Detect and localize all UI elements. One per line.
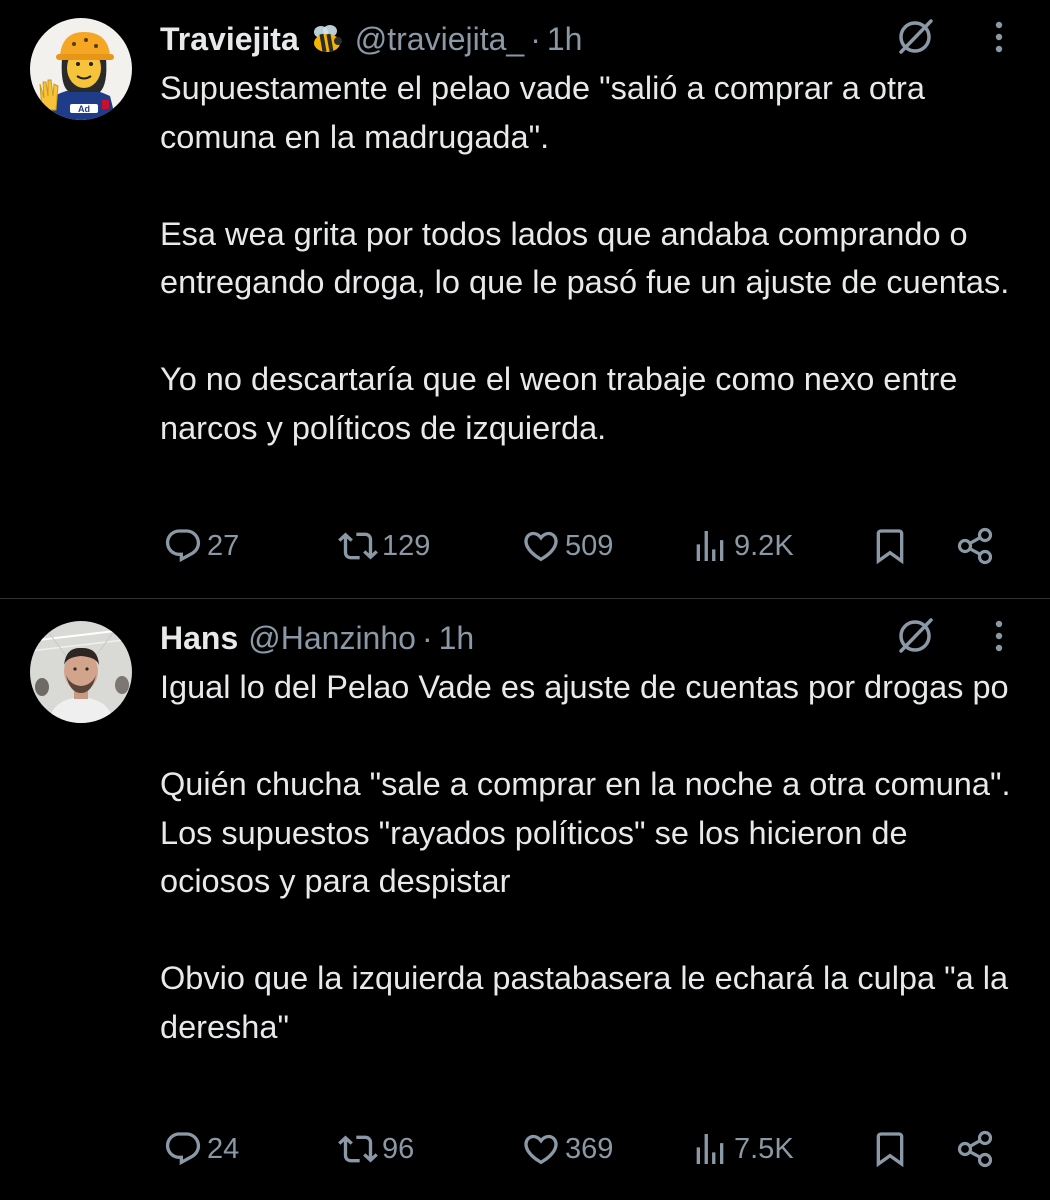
- retweet-icon: [338, 1135, 378, 1163]
- tweet-text: Supuestamente el pelao vade "salió a com…: [160, 64, 1020, 452]
- reply-icon: [165, 1132, 201, 1166]
- bookmark-icon: [876, 1132, 904, 1168]
- more-vertical-icon: [995, 620, 1003, 652]
- views-button[interactable]: 9.2K: [690, 516, 794, 576]
- grok-icon: [899, 19, 933, 54]
- more-options-button[interactable]: [984, 613, 1014, 659]
- bookmark-button[interactable]: [870, 1119, 910, 1179]
- grok-button[interactable]: [892, 14, 938, 60]
- display-name[interactable]: Traviejita: [160, 21, 299, 58]
- retweet-count: 129: [382, 529, 431, 562]
- reply-count: 24: [207, 1132, 240, 1165]
- grok-icon: [899, 618, 933, 653]
- avatar[interactable]: Ad: [30, 18, 132, 120]
- share-button[interactable]: [955, 516, 997, 576]
- like-count: 369: [565, 1132, 614, 1165]
- tweet-text: Igual lo del Pelao Vade es ajuste de cue…: [160, 663, 1020, 1051]
- tweet-paragraph: Obvio que la izquierda pastabasera le ec…: [160, 960, 1009, 1045]
- bee-emoji-icon: [309, 23, 345, 55]
- separator-dot: ·: [530, 20, 541, 57]
- more-vertical-icon: [995, 21, 1003, 53]
- timestamp[interactable]: 1h: [547, 21, 583, 58]
- heart-icon: [524, 531, 558, 562]
- retweet-button[interactable]: 96: [338, 1119, 414, 1179]
- separator-dot: ·: [421, 619, 433, 656]
- avatar-cartoon-icon: Ad: [30, 18, 132, 120]
- retweet-button[interactable]: 129: [338, 516, 430, 576]
- action-bar: 24 96 369 7.5K: [0, 1119, 1050, 1179]
- views-count: 7.5K: [734, 1132, 794, 1165]
- like-button[interactable]: 369: [521, 1119, 613, 1179]
- tweet-header: Hans @Hanzinho · 1h: [160, 613, 900, 663]
- reply-button[interactable]: 27: [163, 516, 239, 576]
- reply-icon: [165, 529, 201, 563]
- views-chart-icon: [696, 1134, 724, 1164]
- views-count: 9.2K: [734, 529, 794, 562]
- like-count: 509: [565, 529, 614, 562]
- tweet[interactable]: Hans @Hanzinho · 1h Igual lo del Pelao V…: [0, 599, 1050, 1200]
- heart-icon: [524, 1134, 558, 1165]
- share-button[interactable]: [955, 1119, 997, 1179]
- tweet-paragraph: Quién chucha "sale a comprar en la noche…: [160, 766, 1011, 899]
- display-name[interactable]: Hans: [160, 620, 238, 657]
- tweet-paragraph: Igual lo del Pelao Vade es ajuste de cue…: [160, 669, 1009, 705]
- share-icon: [957, 527, 993, 565]
- svg-text:Ad: Ad: [78, 104, 90, 114]
- timestamp[interactable]: 1h: [439, 620, 475, 657]
- avatar-photo-icon: [30, 621, 132, 723]
- tweet-paragraph: Yo no descartaría que el weon trabaje co…: [160, 361, 958, 446]
- views-chart-icon: [696, 531, 724, 561]
- tweet-paragraph: Esa wea grita por todos lados que andaba…: [160, 215, 1010, 301]
- tweet[interactable]: Ad Traviejita @traviejita_ · 1h Supuesta…: [0, 0, 1050, 599]
- like-button[interactable]: 509: [521, 516, 613, 576]
- grok-button[interactable]: [892, 613, 938, 659]
- share-icon: [957, 1130, 993, 1168]
- reply-count: 27: [207, 529, 240, 562]
- retweet-icon: [338, 532, 378, 560]
- action-bar: 27 129 509 9.2K: [0, 516, 1050, 576]
- views-button[interactable]: 7.5K: [690, 1119, 794, 1179]
- avatar[interactable]: [30, 621, 132, 723]
- reply-button[interactable]: 24: [163, 1119, 239, 1179]
- tweet-header: Traviejita @traviejita_ · 1h: [160, 14, 900, 64]
- retweet-count: 96: [382, 1132, 415, 1165]
- more-options-button[interactable]: [984, 14, 1014, 60]
- bookmark-icon: [876, 529, 904, 565]
- handle[interactable]: @traviejita_: [355, 21, 524, 58]
- tweet-paragraph: Supuestamente el pelao vade "salió a com…: [160, 70, 925, 155]
- handle[interactable]: @Hanzinho: [248, 620, 416, 657]
- bookmark-button[interactable]: [870, 516, 910, 576]
